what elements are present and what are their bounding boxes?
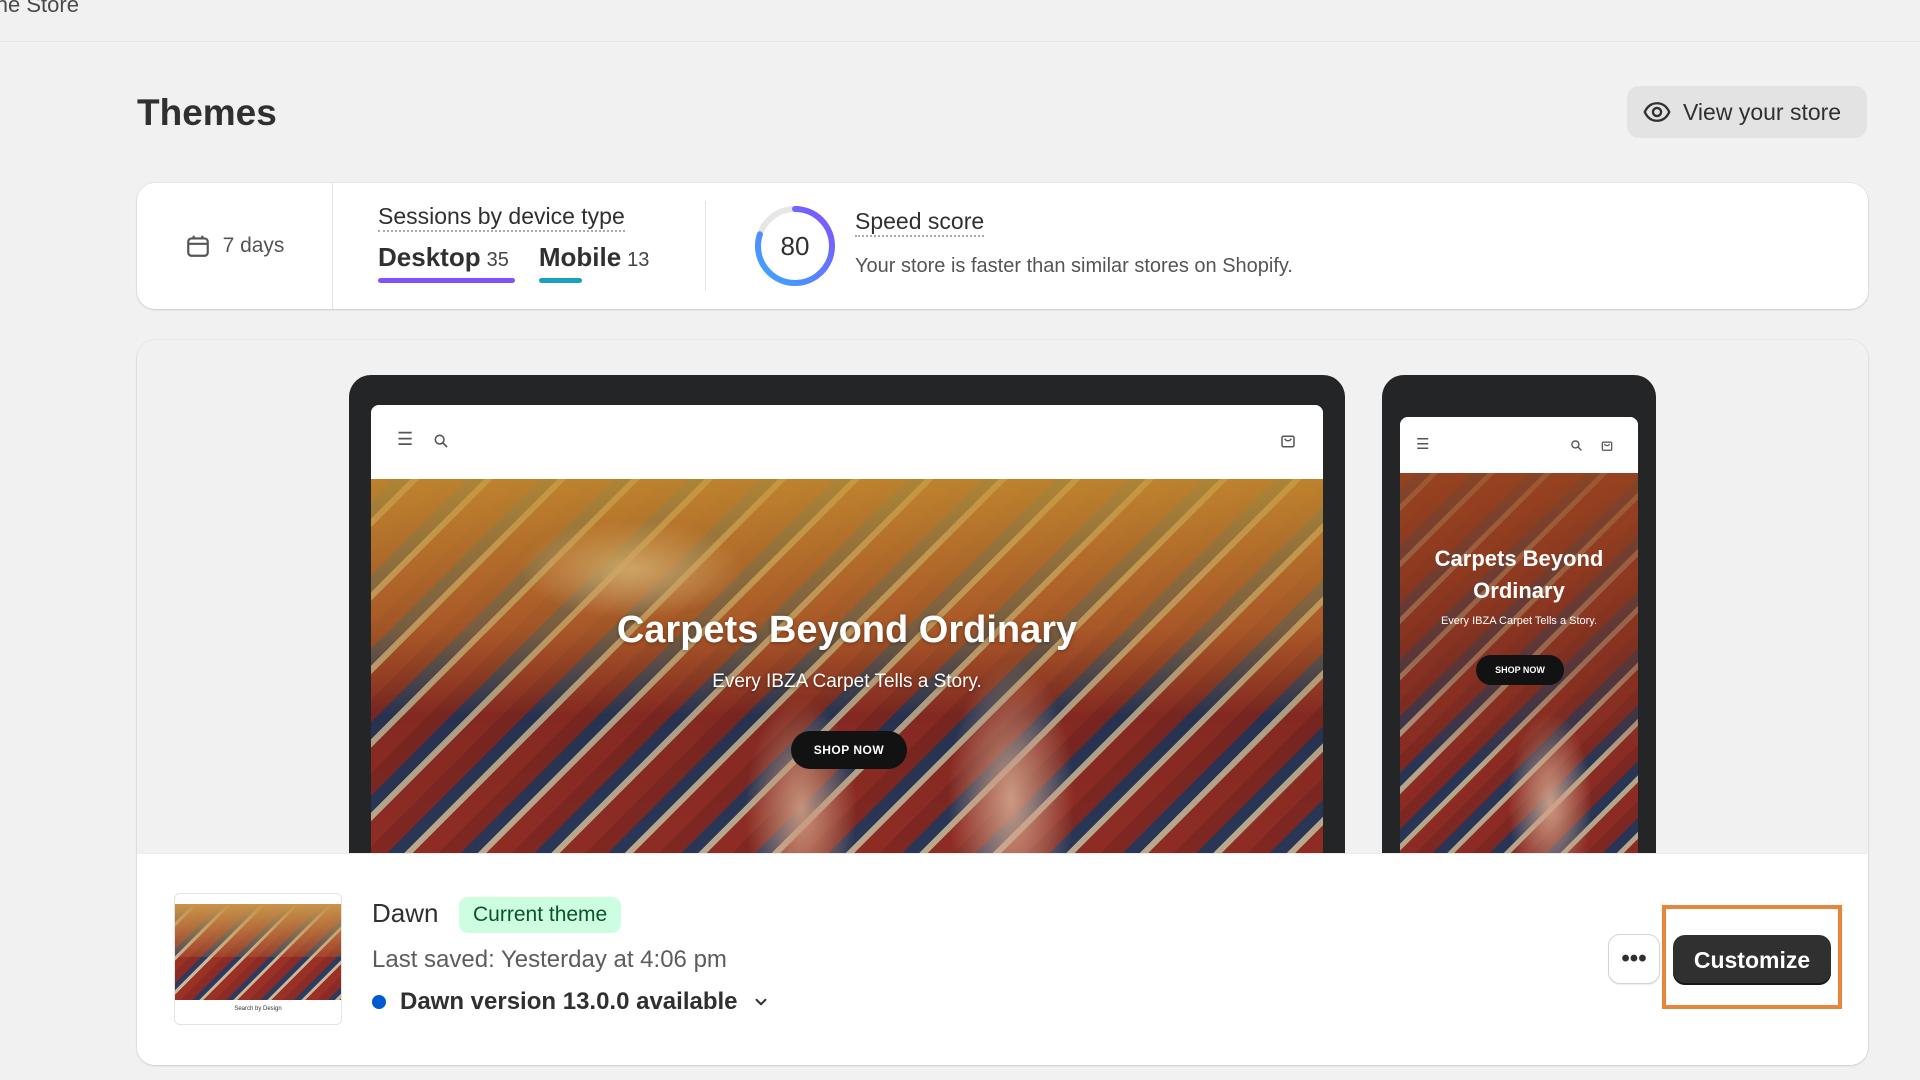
- current-theme-card: ☰ Carpets Beyond Ordinary Every IBZA Car…: [137, 340, 1868, 1065]
- speed-score-title[interactable]: Speed score: [855, 208, 985, 237]
- theme-thumbnail: Search by Design: [174, 893, 342, 1025]
- view-store-label: View your store: [1683, 98, 1842, 125]
- shop-now-button: SHOP NOW: [791, 731, 907, 769]
- more-actions-button[interactable]: •••: [1608, 934, 1660, 984]
- desktop-preview-frame: ☰ Carpets Beyond Ordinary Every IBZA Car…: [349, 375, 1345, 853]
- mobile-preview-screen: ☰ Carpets Beyond Ordinary Every IBZA Car…: [1400, 417, 1638, 853]
- analytics-card: 7 days Sessions by device type Desktop 35…: [137, 183, 1868, 309]
- status-dot-icon: [372, 995, 386, 1009]
- hero-title: Carpets Beyond Ordinary: [616, 609, 1078, 651]
- hero-subtitle: Every IBZA Carpet Tells a Story.: [712, 671, 982, 692]
- hero-banner: Carpets Beyond Ordinary Every IBZA Carpe…: [371, 479, 1323, 853]
- cart-icon: [1601, 441, 1613, 451]
- device-desktop-name: Desktop: [378, 242, 481, 272]
- store-name: line Store: [0, 0, 79, 17]
- top-bar: line Store: [0, 0, 1920, 42]
- mobile-preview-frame: ☰ Carpets Beyond Ordinary Every IBZA Car…: [1382, 375, 1656, 853]
- menu-icon: ☰: [1416, 436, 1430, 453]
- search-icon: [434, 434, 448, 448]
- device-desktop-bar: [378, 278, 515, 283]
- view-store-button[interactable]: View your store: [1627, 86, 1867, 138]
- date-range-label: 7 days: [222, 234, 285, 257]
- mobile-shop-now-button: SHOP NOW: [1476, 655, 1564, 685]
- menu-icon: ☰: [397, 429, 414, 449]
- search-icon: [1571, 440, 1582, 451]
- speed-score-description: Your store is faster than similar stores…: [855, 255, 1293, 277]
- theme-name: Dawn: [372, 898, 439, 928]
- mobile-preview-header: ☰: [1400, 417, 1638, 473]
- speed-score-value: 80: [780, 230, 810, 261]
- divider: [705, 201, 706, 291]
- highlight-box: [1662, 905, 1842, 1009]
- theme-info-bar: Search by Design Dawn Current theme Last…: [137, 853, 1868, 1065]
- device-mobile-count: 13: [627, 249, 650, 271]
- device-mobile-bar: [538, 278, 582, 283]
- version-update-toggle[interactable]: Dawn version 13.0.0 available: [372, 988, 770, 1016]
- sessions-label: Sessions by device type: [378, 203, 625, 232]
- device-mobile[interactable]: Mobile 13: [538, 242, 650, 283]
- sessions-by-device: Sessions by device type Desktop 35 Mobile…: [378, 203, 649, 283]
- last-saved-text: Last saved: Yesterday at 4:06 pm: [372, 946, 727, 973]
- device-desktop[interactable]: Desktop 35: [378, 242, 515, 283]
- mobile-hero-banner: Carpets Beyond Ordinary Every IBZA Carpe…: [1400, 473, 1638, 853]
- date-range-selector[interactable]: 7 days: [137, 183, 333, 309]
- thumbnail-caption: Search by Design: [234, 1006, 282, 1012]
- mobile-hero-title: Carpets Beyond Ordinary: [1434, 546, 1604, 603]
- page-title: Themes: [137, 92, 277, 133]
- preview-header: ☰: [371, 405, 1323, 479]
- calendar-icon: [186, 235, 209, 257]
- mobile-hero-subtitle: Every IBZA Carpet Tells a Story.: [1440, 615, 1598, 627]
- cart-icon: [1281, 435, 1295, 448]
- version-text: Dawn version 13.0.0 available: [400, 988, 738, 1015]
- theme-preview: ☰ Carpets Beyond Ordinary Every IBZA Car…: [137, 340, 1868, 853]
- eye-icon: [1643, 102, 1671, 122]
- current-theme-badge: Current theme: [459, 897, 622, 933]
- device-mobile-name: Mobile: [538, 242, 622, 272]
- chevron-down-icon: [755, 998, 766, 1006]
- device-desktop-count: 35: [486, 249, 509, 271]
- desktop-preview-screen: ☰ Carpets Beyond Ordinary Every IBZA Car…: [371, 405, 1323, 853]
